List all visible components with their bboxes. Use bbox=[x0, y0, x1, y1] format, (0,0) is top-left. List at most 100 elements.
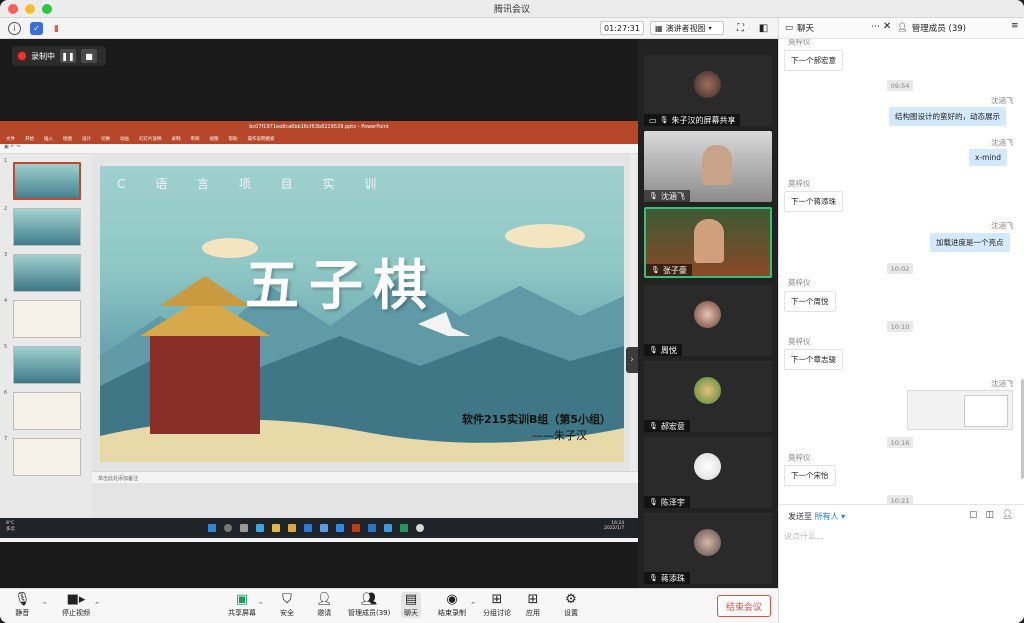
participant-tile[interactable]: 🎙︎ 沈涵飞 bbox=[644, 131, 772, 202]
ppt-menu-item[interactable]: 幻灯片放映 bbox=[139, 136, 162, 142]
participant-tile[interactable]: 🎙︎ 蒋添珠 bbox=[644, 513, 772, 584]
ppt-menu-item[interactable]: 操作说明搜索 bbox=[248, 136, 275, 142]
slide-thumbnail[interactable] bbox=[13, 346, 81, 384]
more-icon[interactable]: ⋯ bbox=[871, 22, 880, 32]
participant-name-bar: ▭ 🎙︎ 朱子汉的屏幕共享 bbox=[644, 114, 741, 126]
chevron-up-icon[interactable]: ⌃ bbox=[42, 601, 48, 609]
participant-tile[interactable]: 🎙︎ 周悦 bbox=[644, 285, 772, 356]
powerpoint-icon[interactable] bbox=[352, 524, 360, 532]
time-divider: 10:10 bbox=[887, 321, 913, 332]
chevron-right-icon: › bbox=[630, 355, 634, 365]
view-mode-dropdown[interactable]: ▦ 演讲者视图 ▾ bbox=[650, 21, 724, 35]
redo-icon[interactable]: ↷ bbox=[16, 144, 20, 150]
explorer-icon[interactable] bbox=[288, 524, 296, 532]
ppt-menu-item[interactable]: 切换 bbox=[101, 136, 110, 142]
slide-thumbnail[interactable] bbox=[13, 254, 81, 292]
start-icon[interactable] bbox=[208, 524, 216, 532]
ppt-menu-item[interactable]: 录制 bbox=[172, 136, 181, 142]
chat-button[interactable]: ▤ 聊天 bbox=[401, 592, 421, 618]
ppt-menu-item[interactable]: 视图 bbox=[210, 136, 219, 142]
sidebar-toggle-icon[interactable]: ◧ bbox=[757, 22, 770, 35]
screenshot-icon[interactable]: ◫ bbox=[986, 510, 995, 520]
stop-recording-button[interactable]: ■ bbox=[81, 49, 97, 63]
settings-button[interactable]: ⚙ 设置 bbox=[564, 592, 578, 618]
meeting-app-icon[interactable] bbox=[336, 524, 344, 532]
chat-label: 聊天 bbox=[404, 609, 418, 617]
security-button[interactable]: ⛉ 安全 bbox=[280, 592, 294, 618]
settings-label: 设置 bbox=[564, 609, 578, 617]
participant-tile[interactable]: ▭ 🎙︎ 朱子汉的屏幕共享 bbox=[644, 55, 772, 126]
pause-recording-button[interactable]: ❚❚ bbox=[60, 49, 76, 63]
participant-name: 郝宏意 bbox=[660, 421, 685, 431]
apps-button[interactable]: ⊞ 应用 bbox=[526, 592, 540, 618]
signal-icon[interactable]: ▮ bbox=[50, 22, 63, 35]
ppt-menu-item[interactable]: 插入 bbox=[44, 136, 53, 142]
folder-icon[interactable] bbox=[272, 524, 280, 532]
share-screen-button[interactable]: ▣ 共享屏幕 bbox=[228, 592, 256, 618]
maximize-window-button[interactable] bbox=[42, 4, 52, 14]
app-icon[interactable] bbox=[384, 524, 392, 532]
file-icon[interactable]: ▢ bbox=[969, 510, 978, 520]
chat-icon: ▤ bbox=[404, 592, 418, 607]
ppt-menu-item[interactable]: 动画 bbox=[120, 136, 129, 142]
ppt-menu-item[interactable]: 帮助 bbox=[229, 136, 238, 142]
mute-button[interactable]: 🎙︎ 静音 bbox=[14, 592, 31, 618]
slide-scrollbar[interactable] bbox=[630, 154, 636, 474]
chevron-up-icon[interactable]: ⌃ bbox=[470, 601, 476, 609]
chevron-up-icon[interactable]: ⌃ bbox=[258, 601, 264, 609]
end-recording-button[interactable]: ◉ 结束录制 bbox=[438, 592, 466, 618]
slide-thumbnail[interactable] bbox=[13, 392, 81, 430]
clock-date: 2022/1/7 bbox=[604, 526, 625, 531]
invite-button[interactable]: 👤︎ 邀请 bbox=[316, 592, 333, 618]
vscode-icon[interactable] bbox=[368, 524, 376, 532]
chat-input[interactable]: 说点什么... bbox=[784, 531, 824, 542]
collapse-participants-button[interactable]: › bbox=[626, 347, 638, 373]
ppt-menu-item[interactable]: 绘图 bbox=[63, 136, 72, 142]
mail-icon[interactable] bbox=[304, 524, 312, 532]
menu-icon[interactable]: ≡ bbox=[1011, 21, 1019, 31]
tab-chat[interactable]: ▭ 聊天 bbox=[785, 22, 814, 34]
slide-thumbnail[interactable] bbox=[13, 438, 81, 476]
edge-icon[interactable] bbox=[256, 524, 264, 532]
participant-tile[interactable]: 🎙︎ 陈泽宇 bbox=[644, 437, 772, 508]
ppt-notes-pane[interactable]: 单击此处添加备注 bbox=[92, 471, 638, 483]
tab-members[interactable]: 👤︎ 管理成员 (39) bbox=[897, 22, 966, 34]
slide-thumbnail[interactable] bbox=[13, 300, 81, 338]
participant-tile[interactable]: 🎙︎ 郝宏意 bbox=[644, 361, 772, 432]
stop-video-button[interactable]: ■▸ 停止视频 bbox=[62, 592, 90, 618]
chevron-up-icon[interactable]: ⌃ bbox=[94, 601, 100, 609]
ppt-menu-item[interactable]: 开始 bbox=[25, 136, 34, 142]
participant-name: 张子豪 bbox=[662, 265, 687, 275]
chat-image-message[interactable] bbox=[907, 390, 1013, 430]
close-window-button[interactable] bbox=[8, 4, 18, 14]
message-sender: 莫梓仪 bbox=[788, 39, 811, 46]
chat-bubble-icon: ▭ bbox=[785, 23, 794, 33]
ppt-menu-item[interactable]: 审阅 bbox=[191, 136, 200, 142]
save-icon[interactable]: ▣ bbox=[4, 144, 9, 150]
undo-icon[interactable]: ↶ bbox=[10, 144, 14, 150]
manage-members-button[interactable]: 👥︎ 管理成员(39) bbox=[348, 592, 390, 618]
close-icon[interactable]: ✕ bbox=[883, 21, 891, 32]
ppt-menu-item[interactable]: 文件 bbox=[6, 136, 15, 142]
minimize-window-button[interactable] bbox=[25, 4, 35, 14]
fullscreen-icon[interactable]: ⛶ bbox=[734, 22, 747, 35]
ppt-menu-item[interactable]: 设计 bbox=[82, 136, 91, 142]
task-view-icon[interactable] bbox=[240, 524, 248, 532]
current-slide[interactable]: C 语 言 项 目 实 训 五子棋 软件215实训B组（第5小组） ——朱子汉 bbox=[100, 166, 624, 462]
app-icon[interactable] bbox=[400, 524, 408, 532]
breakout-button[interactable]: ⊞ 分组讨论 bbox=[483, 592, 511, 618]
shield-icon[interactable]: ✓ bbox=[30, 22, 43, 35]
search-icon[interactable] bbox=[224, 524, 232, 532]
chrome-icon[interactable] bbox=[416, 524, 424, 532]
participant-tile-active-speaker[interactable]: 🎙︎ 张子豪 bbox=[644, 207, 772, 278]
taskbar-clock[interactable]: 16:24 2022/1/7 bbox=[604, 521, 624, 531]
end-meeting-button[interactable]: 结束会议 bbox=[717, 595, 771, 617]
info-icon[interactable]: i bbox=[8, 22, 21, 35]
slide-thumbnail[interactable] bbox=[13, 162, 81, 200]
weather-widget[interactable]: 8°C 多云 bbox=[6, 521, 15, 532]
send-to-selector[interactable]: 发送至 所有人 ▾ bbox=[788, 511, 845, 522]
store-icon[interactable] bbox=[320, 524, 328, 532]
shield-icon: ⛉ bbox=[282, 592, 292, 607]
slide-thumbnail[interactable] bbox=[13, 208, 81, 246]
user-settings-icon[interactable]: 👤︎ bbox=[1002, 510, 1013, 520]
